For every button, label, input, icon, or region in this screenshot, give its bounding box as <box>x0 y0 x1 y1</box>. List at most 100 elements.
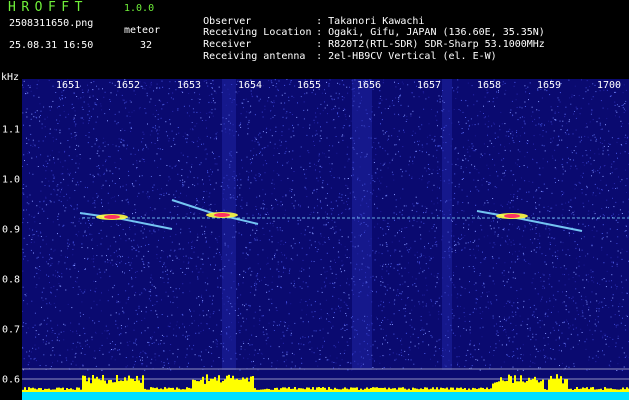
level-bar <box>540 381 542 392</box>
level-bar <box>246 377 248 392</box>
level-bar <box>314 389 316 392</box>
level-bar <box>374 387 376 392</box>
level-bar <box>512 382 514 392</box>
level-bar <box>482 387 484 392</box>
level-bar <box>356 387 358 392</box>
level-bar <box>320 387 322 392</box>
meteor-count: 32 <box>140 40 153 51</box>
level-bar <box>248 381 250 392</box>
level-bar <box>452 387 454 392</box>
level-bar <box>360 388 362 392</box>
level-bar <box>24 387 26 392</box>
level-bar <box>238 379 240 392</box>
level-bar <box>44 388 46 392</box>
level-bar <box>224 379 226 392</box>
level-bar <box>534 376 536 392</box>
x-tick-label: 1652 <box>115 80 141 91</box>
level-bar <box>300 388 302 392</box>
level-bar <box>86 381 88 392</box>
filename-label: 2508311650.png <box>9 18 94 29</box>
level-bar <box>538 382 540 392</box>
level-bar <box>90 383 92 392</box>
level-bar <box>558 378 560 392</box>
level-bar <box>580 388 582 392</box>
app-version: 1.0.0 <box>124 3 155 14</box>
level-bar <box>498 381 500 392</box>
level-bar <box>368 388 370 392</box>
level-bar <box>270 389 272 392</box>
level-bar <box>318 387 320 392</box>
level-bar <box>276 387 278 392</box>
level-bar <box>390 388 392 392</box>
x-tick-label: 1658 <box>476 80 502 91</box>
level-bar <box>328 387 330 392</box>
x-tick-label: 1657 <box>416 80 442 91</box>
level-bar <box>242 377 244 392</box>
level-bar <box>488 389 490 392</box>
level-bar <box>506 380 508 392</box>
level-bar <box>502 380 504 392</box>
level-bar <box>40 388 42 392</box>
level-bar <box>160 388 162 392</box>
level-bar <box>68 389 70 392</box>
level-bar <box>548 379 550 392</box>
spectrogram-plot <box>22 79 629 400</box>
level-bar <box>268 388 270 392</box>
level-bar <box>582 387 584 392</box>
level-bar <box>42 389 44 392</box>
level-bar <box>520 375 522 392</box>
level-bar <box>530 379 532 392</box>
level-bar <box>74 389 76 392</box>
level-bar <box>578 388 580 392</box>
meteor-echo-1 <box>79 212 173 230</box>
level-bar <box>330 388 332 392</box>
level-bar <box>414 388 416 392</box>
level-bar <box>62 387 64 392</box>
level-bar <box>274 387 276 392</box>
level-bar <box>426 387 428 392</box>
level-bar <box>386 389 388 392</box>
x-tick-label: 1700 <box>596 80 622 91</box>
level-bar <box>298 388 300 392</box>
level-bar <box>352 387 354 392</box>
level-bar <box>236 378 238 392</box>
level-bar <box>626 387 628 392</box>
level-bar <box>340 389 342 392</box>
level-bar <box>88 377 90 392</box>
level-bar <box>106 383 108 392</box>
level-bar <box>590 387 592 392</box>
level-bar <box>618 389 620 392</box>
level-bar <box>476 389 478 392</box>
level-bar <box>416 388 418 392</box>
level-bar <box>112 382 114 392</box>
x-tick-label: 1653 <box>176 80 202 91</box>
level-bar <box>286 388 288 392</box>
level-bar <box>522 381 524 392</box>
level-bar <box>608 388 610 392</box>
level-bar <box>132 378 134 392</box>
level-bar <box>240 379 242 392</box>
level-bar <box>170 387 172 392</box>
level-bar <box>336 388 338 392</box>
level-bar <box>202 376 204 392</box>
level-bar <box>220 382 222 392</box>
spectrogram-canvas <box>22 79 629 400</box>
level-bar <box>376 387 378 392</box>
level-bar <box>566 379 568 392</box>
level-bar <box>564 379 566 392</box>
level-bar <box>500 377 502 392</box>
level-bar <box>610 388 612 392</box>
level-bar <box>468 388 470 392</box>
level-bar <box>128 375 130 392</box>
level-bar <box>412 387 414 392</box>
level-bar <box>362 389 364 392</box>
level-bar <box>334 387 336 392</box>
x-tick-label: 1654 <box>237 80 263 91</box>
level-bar <box>252 376 254 392</box>
level-bar <box>466 389 468 392</box>
level-bar <box>622 387 624 392</box>
level-bar <box>448 389 450 392</box>
level-bar <box>104 380 106 392</box>
level-bar <box>152 387 154 392</box>
level-bar <box>262 389 264 392</box>
